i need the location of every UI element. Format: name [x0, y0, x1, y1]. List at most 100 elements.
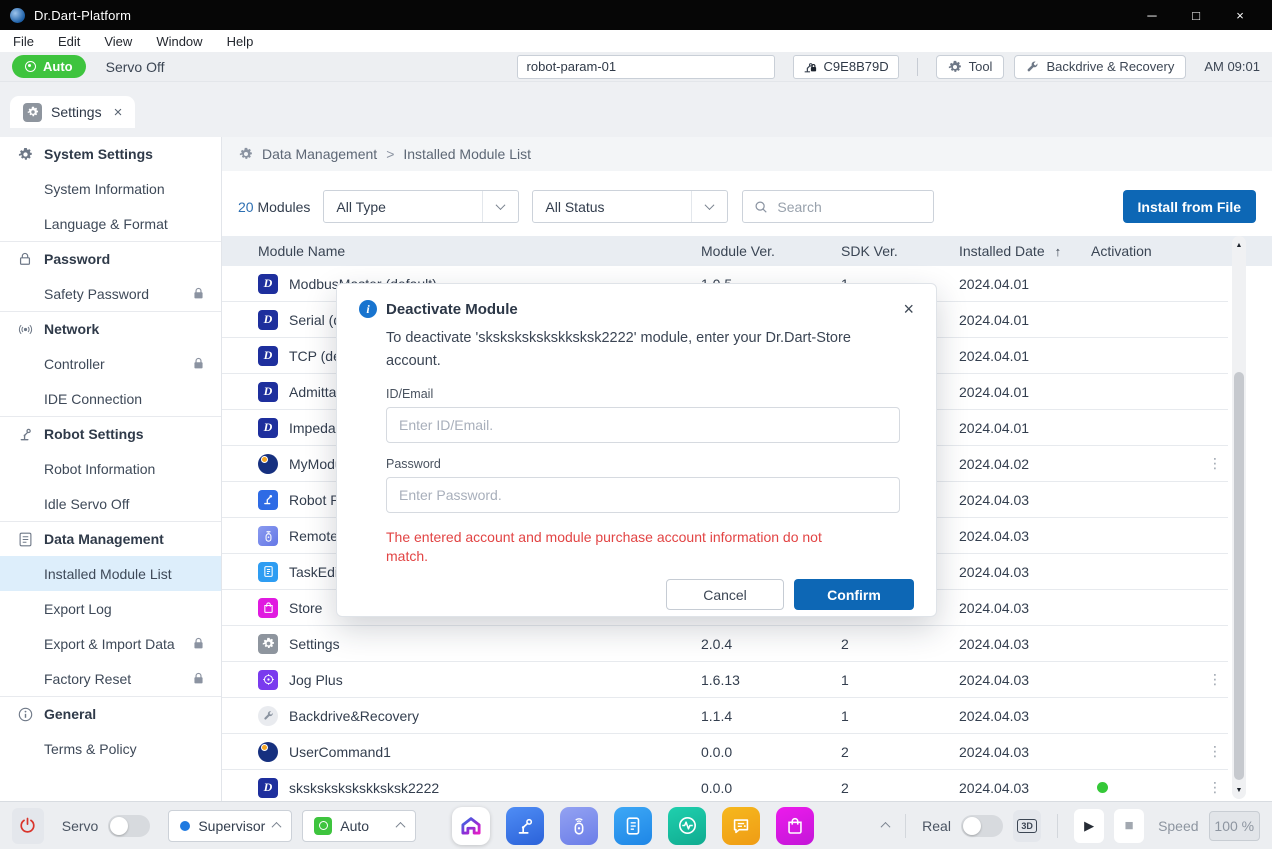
- backdrive-recovery-button[interactable]: Backdrive & Recovery: [1014, 55, 1186, 79]
- module-version: 1.1.4: [701, 708, 841, 724]
- sidebar-item-language-format[interactable]: Language & Format: [0, 206, 221, 241]
- dock-remote-control-icon[interactable]: [560, 807, 598, 845]
- row-menu-icon[interactable]: ⋮: [1202, 779, 1228, 796]
- tool-button[interactable]: Tool: [936, 55, 1005, 79]
- titlebar: Dr.Dart-Platform ─ □ ×: [0, 0, 1272, 30]
- sidebar-item-idle-servo-off[interactable]: Idle Servo Off: [0, 486, 221, 521]
- stop-button[interactable]: ■: [1114, 809, 1144, 843]
- confirm-button[interactable]: Confirm: [794, 579, 914, 610]
- status-filter-select[interactable]: All Status: [532, 190, 728, 223]
- sidebar-item-robot-information[interactable]: Robot Information: [0, 451, 221, 486]
- info-icon: i: [359, 300, 377, 318]
- installed-date: 2024.04.01: [959, 348, 1091, 364]
- menu-window[interactable]: Window: [156, 34, 202, 49]
- column-module-ver[interactable]: Module Ver.: [701, 243, 841, 259]
- sidebar-item-system-information[interactable]: System Information: [0, 171, 221, 206]
- row-menu-icon[interactable]: ⋮: [1202, 671, 1228, 688]
- row-menu-icon[interactable]: ⋮: [1202, 455, 1228, 472]
- row-menu-icon[interactable]: ⋮: [1202, 743, 1228, 760]
- module-name: Jog Plus: [289, 672, 343, 688]
- dock-home-icon[interactable]: [452, 807, 490, 845]
- clock: AM 09:01: [1204, 59, 1260, 74]
- close-icon[interactable]: ×: [1218, 8, 1262, 23]
- module-name: Backdrive&Recovery: [289, 708, 419, 724]
- power-button[interactable]: [12, 808, 44, 844]
- dock-collapse-icon[interactable]: [882, 822, 889, 829]
- sidebar-item-terms-policy[interactable]: Terms & Policy: [0, 731, 221, 766]
- application-window: Dr.Dart-Platform ─ □ × File Edit View Windo…: [0, 0, 1272, 849]
- installed-date: 2024.04.03: [959, 708, 1091, 724]
- sidebar-item-export-import-data[interactable]: Export & Import Data: [0, 626, 221, 661]
- menu-help[interactable]: Help: [227, 34, 254, 49]
- sidebar-item-export-log[interactable]: Export Log: [0, 591, 221, 626]
- maximize-icon[interactable]: □: [1174, 8, 1218, 23]
- dock-task-editor-icon[interactable]: [614, 807, 652, 845]
- dock-message-icon[interactable]: [722, 807, 760, 845]
- mode-indicator[interactable]: Auto: [12, 55, 86, 78]
- sidebar-group-robot-settings[interactable]: Robot Settings: [0, 417, 221, 451]
- robot-id-badge[interactable]: C9E8B79D: [793, 55, 899, 79]
- sidebar-group-general[interactable]: General: [0, 697, 221, 731]
- scrollbar-thumb[interactable]: [1234, 372, 1244, 780]
- sidebar-group-data-management[interactable]: Data Management: [0, 522, 221, 556]
- password-label: Password: [386, 457, 914, 471]
- activation-status-dot: [1097, 782, 1108, 793]
- type-filter-select[interactable]: All Type: [323, 190, 519, 223]
- mode-select[interactable]: Auto: [302, 810, 416, 842]
- real-label: Real: [922, 818, 951, 834]
- table-row[interactable]: Settings2.0.422024.04.03: [222, 626, 1228, 662]
- sidebar-item-installed-module-list[interactable]: Installed Module List: [0, 556, 221, 591]
- dock-monitoring-icon[interactable]: [668, 807, 706, 845]
- chevron-down-icon: [482, 191, 518, 222]
- password-field[interactable]: Enter Password.: [386, 477, 900, 513]
- module-name: MyModu: [289, 456, 343, 472]
- tab-close-icon[interactable]: ×: [114, 104, 123, 121]
- sidebar-item-controller[interactable]: Controller: [0, 346, 221, 381]
- table-row[interactable]: Backdrive&Recovery1.1.412024.04.03: [222, 698, 1228, 734]
- column-sdk-ver[interactable]: SDK Ver.: [841, 243, 959, 259]
- table-row[interactable]: Dskskskskskskksksk22220.0.022024.04.03⋮: [222, 770, 1228, 801]
- dock-robot-arm-icon[interactable]: [506, 807, 544, 845]
- minimize-icon[interactable]: ─: [1130, 8, 1174, 23]
- network-icon: [17, 322, 33, 337]
- menu-view[interactable]: View: [104, 34, 132, 49]
- sort-ascending-icon[interactable]: ↑: [1055, 244, 1062, 259]
- speed-value[interactable]: 100 %: [1209, 811, 1260, 841]
- sidebar-item-ide-connection[interactable]: IDE Connection: [0, 381, 221, 416]
- installed-date: 2024.04.03: [959, 528, 1091, 544]
- tab-settings[interactable]: Settings ×: [10, 96, 135, 128]
- menu-file[interactable]: File: [13, 34, 34, 49]
- column-activation[interactable]: Activation: [1091, 243, 1202, 259]
- table-row[interactable]: UserCommand10.0.022024.04.03⋮: [222, 734, 1228, 770]
- sidebar-item-factory-reset[interactable]: Factory Reset: [0, 661, 221, 696]
- bottom-status-bar: Servo Supervisor Auto Real 3D ▶ ■ Speed …: [0, 801, 1272, 849]
- sidebar-group-password[interactable]: Password: [0, 242, 221, 276]
- sidebar-item-safety-password[interactable]: Safety Password: [0, 276, 221, 311]
- servo-toggle[interactable]: [108, 815, 150, 837]
- id-email-field[interactable]: Enter ID/Email.: [386, 407, 900, 443]
- scroll-up-icon[interactable]: ▲: [1232, 238, 1246, 252]
- column-installed-date[interactable]: Installed Date ↑: [959, 243, 1091, 259]
- column-module-name[interactable]: Module Name: [222, 243, 701, 259]
- menu-edit[interactable]: Edit: [58, 34, 80, 49]
- role-select[interactable]: Supervisor: [168, 810, 292, 842]
- dart-module-icon: D: [258, 382, 278, 402]
- lock-icon: [193, 287, 204, 300]
- sidebar-group-network[interactable]: Network: [0, 312, 221, 346]
- robot-param-input[interactable]: robot-param-01: [517, 55, 775, 79]
- cancel-button[interactable]: Cancel: [666, 579, 784, 610]
- table-row[interactable]: Jog Plus1.6.1312024.04.03⋮: [222, 662, 1228, 698]
- search-input[interactable]: Search: [742, 190, 934, 223]
- tab-bar: Settings ×: [0, 82, 1272, 128]
- installed-date: 2024.04.02: [959, 456, 1091, 472]
- play-button[interactable]: ▶: [1074, 809, 1104, 843]
- sidebar-group-system-settings[interactable]: System Settings: [0, 137, 221, 171]
- install-from-file-button[interactable]: Install from File: [1123, 190, 1256, 223]
- table-scrollbar[interactable]: ▲ ▼: [1232, 236, 1246, 799]
- breadcrumb-section[interactable]: Data Management: [262, 146, 377, 162]
- 3d-view-button[interactable]: 3D: [1013, 810, 1041, 842]
- real-toggle[interactable]: [961, 815, 1003, 837]
- scroll-down-icon[interactable]: ▼: [1232, 783, 1246, 797]
- dialog-close-icon[interactable]: ×: [903, 300, 914, 318]
- dock-store-icon[interactable]: [776, 807, 814, 845]
